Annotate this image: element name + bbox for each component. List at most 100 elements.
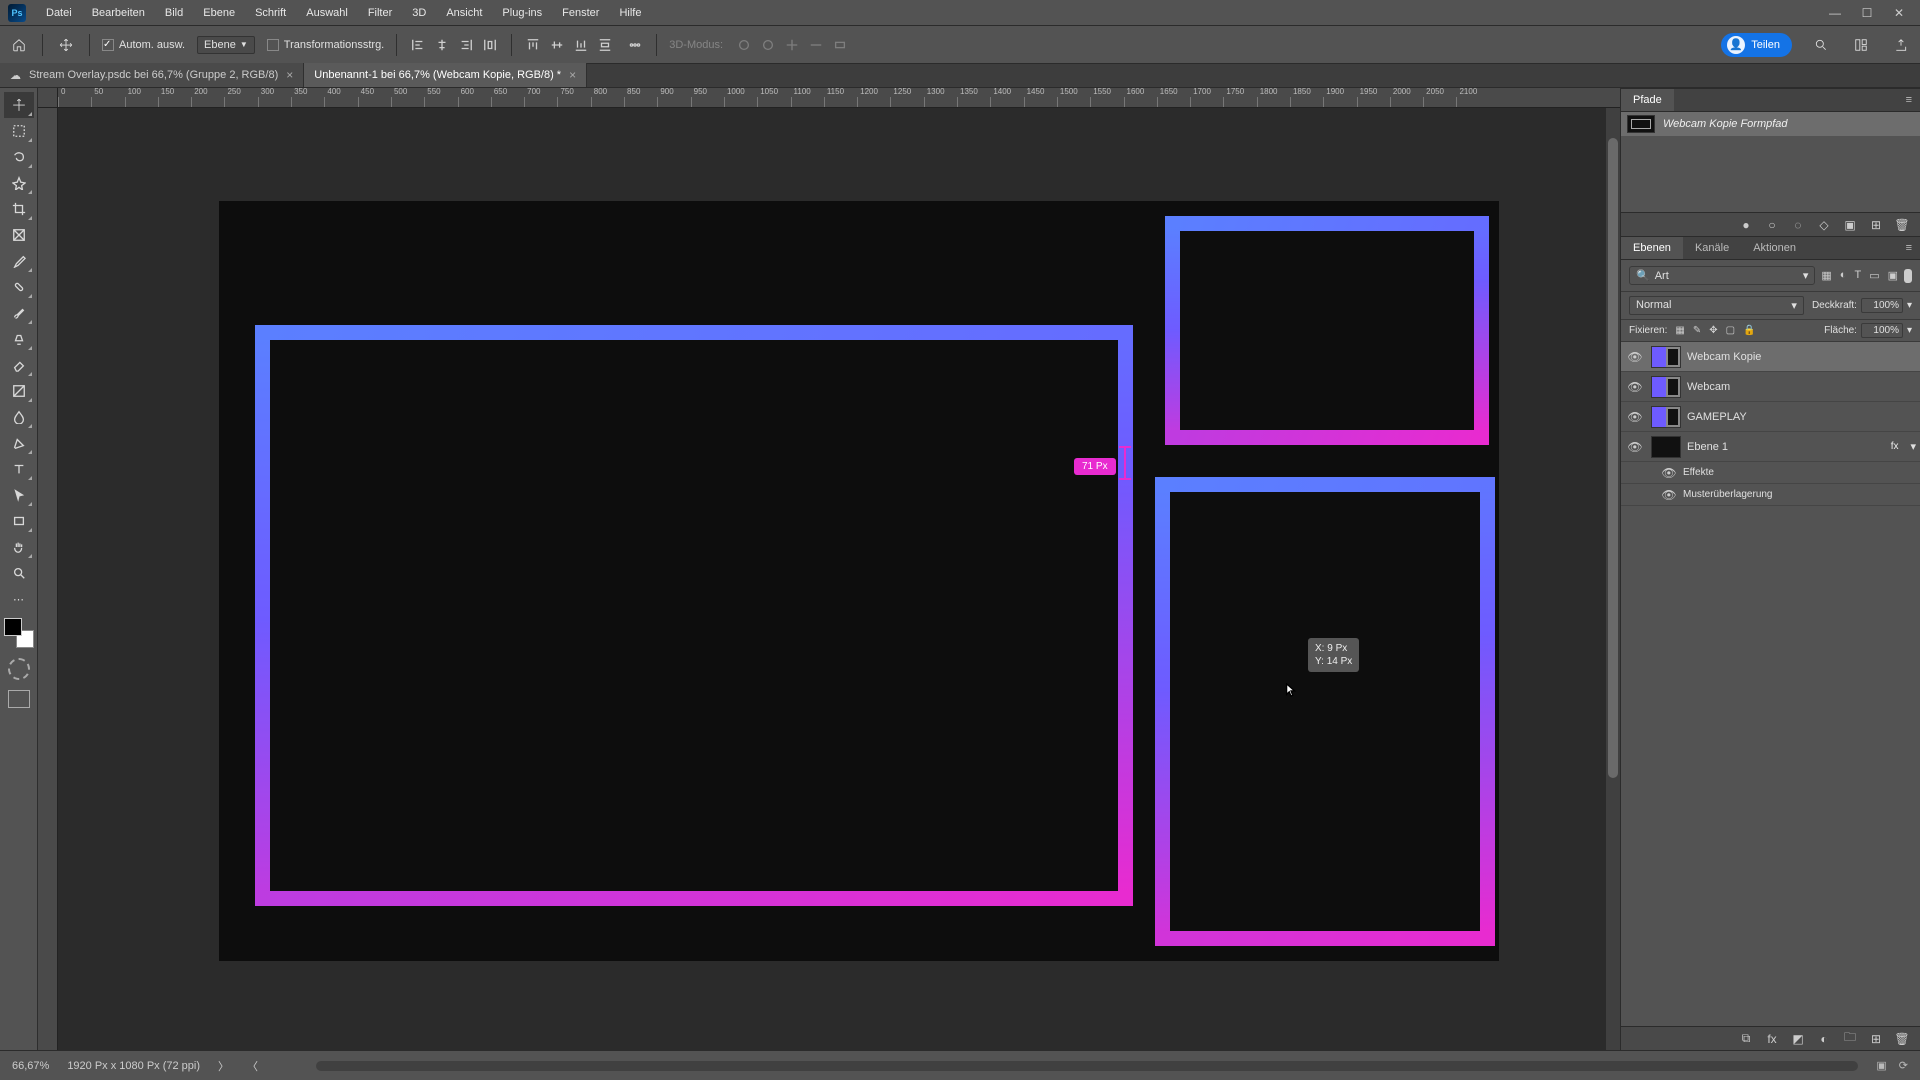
layer-row[interactable]: 👁 GAMEPLAY	[1621, 402, 1920, 432]
align-right-icon[interactable]	[457, 36, 475, 54]
link-layers-icon[interactable]: ⧉	[1738, 1031, 1754, 1047]
artboard[interactable]	[219, 201, 1499, 961]
workspace-icon[interactable]	[1850, 34, 1872, 56]
delete-layer-icon[interactable]: 🗑	[1894, 1031, 1910, 1047]
lock-artboard-icon[interactable]: ▢	[1726, 325, 1735, 336]
blur-tool[interactable]	[4, 404, 34, 430]
menu-3d[interactable]: 3D	[402, 3, 436, 23]
path-to-selection-icon[interactable]: ◌	[1790, 217, 1806, 233]
zoom-level[interactable]: 66,67%	[12, 1060, 49, 1072]
align-center-v-icon[interactable]	[548, 36, 566, 54]
frame-gameplay[interactable]	[255, 325, 1133, 906]
search-icon[interactable]	[1810, 34, 1832, 56]
align-bottom-icon[interactable]	[572, 36, 590, 54]
visibility-toggle[interactable]: 👁	[1661, 488, 1677, 502]
filter-toggle[interactable]	[1904, 269, 1912, 283]
timeline-icon[interactable]: ▣	[1876, 1059, 1886, 1072]
fx-badge[interactable]: fx	[1891, 441, 1899, 452]
doc-info[interactable]: 1920 Px x 1080 Px (72 ppi)	[67, 1060, 200, 1072]
selection-to-path-icon[interactable]: ◇	[1816, 217, 1832, 233]
clone-stamp-tool[interactable]	[4, 326, 34, 352]
filter-adjust-icon[interactable]: ◐	[1840, 269, 1847, 282]
filter-pixel-icon[interactable]: ▦	[1821, 269, 1831, 282]
effect-item[interactable]: 👁 Musterüberlagerung	[1621, 484, 1920, 506]
align-left-icon[interactable]	[409, 36, 427, 54]
lock-all-icon[interactable]: 🔒	[1743, 325, 1755, 336]
adjustment-layer-icon[interactable]: ◐	[1816, 1031, 1832, 1047]
sync-icon[interactable]: ⟳	[1899, 1059, 1908, 1072]
frame-tool[interactable]	[4, 222, 34, 248]
align-top-icon[interactable]	[524, 36, 542, 54]
menu-ebene[interactable]: Ebene	[193, 3, 245, 23]
effects-header[interactable]: 👁 Effekte	[1621, 462, 1920, 484]
fill-input[interactable]: 100%	[1861, 323, 1903, 338]
layer-filter-select[interactable]: 🔍 Art ▾	[1629, 266, 1815, 285]
chevron-left-icon[interactable]: 〈	[247, 1058, 258, 1074]
fg-bg-colors[interactable]	[4, 618, 34, 648]
frame-webcam-kopie[interactable]	[1155, 477, 1495, 946]
chevron-down-icon[interactable]: ▾	[1907, 300, 1912, 311]
delete-path-icon[interactable]: 🗑	[1894, 217, 1910, 233]
panel-menu-icon[interactable]: ≡	[1898, 242, 1920, 254]
menu-datei[interactable]: Datei	[36, 3, 82, 23]
lock-pixels-icon[interactable]: ▦	[1675, 325, 1684, 336]
auto-select-checkbox[interactable]: Autom. ausw.	[102, 39, 185, 51]
visibility-toggle[interactable]: 👁	[1625, 350, 1645, 364]
menu-ansicht[interactable]: Ansicht	[436, 3, 492, 23]
edit-toolbar[interactable]: ⋯	[4, 586, 34, 612]
visibility-toggle[interactable]: 👁	[1625, 440, 1645, 454]
export-icon[interactable]	[1890, 34, 1912, 56]
menu-schrift[interactable]: Schrift	[245, 3, 296, 23]
fg-color[interactable]	[4, 618, 22, 636]
pen-tool[interactable]	[4, 430, 34, 456]
horizontal-scrollbar[interactable]	[316, 1061, 1858, 1071]
chevron-down-icon[interactable]: ▾	[1907, 325, 1912, 336]
panel-menu-icon[interactable]: ≡	[1898, 94, 1920, 106]
eyedropper-tool[interactable]	[4, 248, 34, 274]
eraser-tool[interactable]	[4, 352, 34, 378]
distribute-v-icon[interactable]	[596, 36, 614, 54]
menu-auswahl[interactable]: Auswahl	[296, 3, 358, 23]
lock-brush-icon[interactable]: ✎	[1693, 325, 1701, 336]
lasso-tool[interactable]	[4, 144, 34, 170]
add-mask-icon[interactable]: ◩	[1790, 1031, 1806, 1047]
lock-position-icon[interactable]: ✥	[1709, 325, 1717, 336]
gradient-tool[interactable]	[4, 378, 34, 404]
layer-row[interactable]: 👁 Ebene 1 fx ▾	[1621, 432, 1920, 462]
chevron-right-icon[interactable]: 〉	[218, 1058, 229, 1074]
crop-tool[interactable]	[4, 196, 34, 222]
transform-controls-checkbox[interactable]: Transformationsstrg.	[267, 39, 384, 51]
menu-fenster[interactable]: Fenster	[552, 3, 609, 23]
blend-mode-select[interactable]: Normal ▾	[1629, 296, 1804, 315]
more-align-icon[interactable]	[626, 36, 644, 54]
rectangle-tool[interactable]	[4, 508, 34, 534]
tab-paths[interactable]: Pfade	[1621, 89, 1674, 111]
layer-row[interactable]: 👁 Webcam	[1621, 372, 1920, 402]
healing-tool[interactable]	[4, 274, 34, 300]
menu-plugins[interactable]: Plug-ins	[492, 3, 552, 23]
screen-mode-toggle[interactable]	[8, 690, 30, 708]
filter-smart-icon[interactable]: ▣	[1888, 269, 1898, 282]
visibility-toggle[interactable]: 👁	[1625, 410, 1645, 424]
menu-bild[interactable]: Bild	[155, 3, 193, 23]
layer-row[interactable]: 👁 Webcam Kopie	[1621, 342, 1920, 372]
quick-select-tool[interactable]	[4, 170, 34, 196]
path-select-tool[interactable]	[4, 482, 34, 508]
type-tool[interactable]	[4, 456, 34, 482]
new-group-icon[interactable]: 🗀	[1842, 1031, 1858, 1047]
frame-webcam[interactable]	[1165, 216, 1489, 445]
filter-type-icon[interactable]: T	[1854, 269, 1861, 282]
hand-tool[interactable]	[4, 534, 34, 560]
share-button[interactable]: 👤 Teilen	[1721, 33, 1792, 57]
home-icon[interactable]	[8, 34, 30, 56]
menu-hilfe[interactable]: Hilfe	[609, 3, 651, 23]
quick-mask-toggle[interactable]	[8, 658, 30, 680]
new-layer-icon[interactable]: ⊞	[1868, 1031, 1884, 1047]
close-icon[interactable]: ×	[569, 68, 576, 82]
window-maximize[interactable]: ☐	[1852, 3, 1882, 23]
doc-tab-2[interactable]: Unbenannt-1 bei 66,7% (Webcam Kopie, RGB…	[304, 63, 587, 87]
fill-path-icon[interactable]: ●	[1738, 217, 1754, 233]
brush-tool[interactable]	[4, 300, 34, 326]
move-tool-icon[interactable]	[55, 34, 77, 56]
zoom-tool[interactable]	[4, 560, 34, 586]
